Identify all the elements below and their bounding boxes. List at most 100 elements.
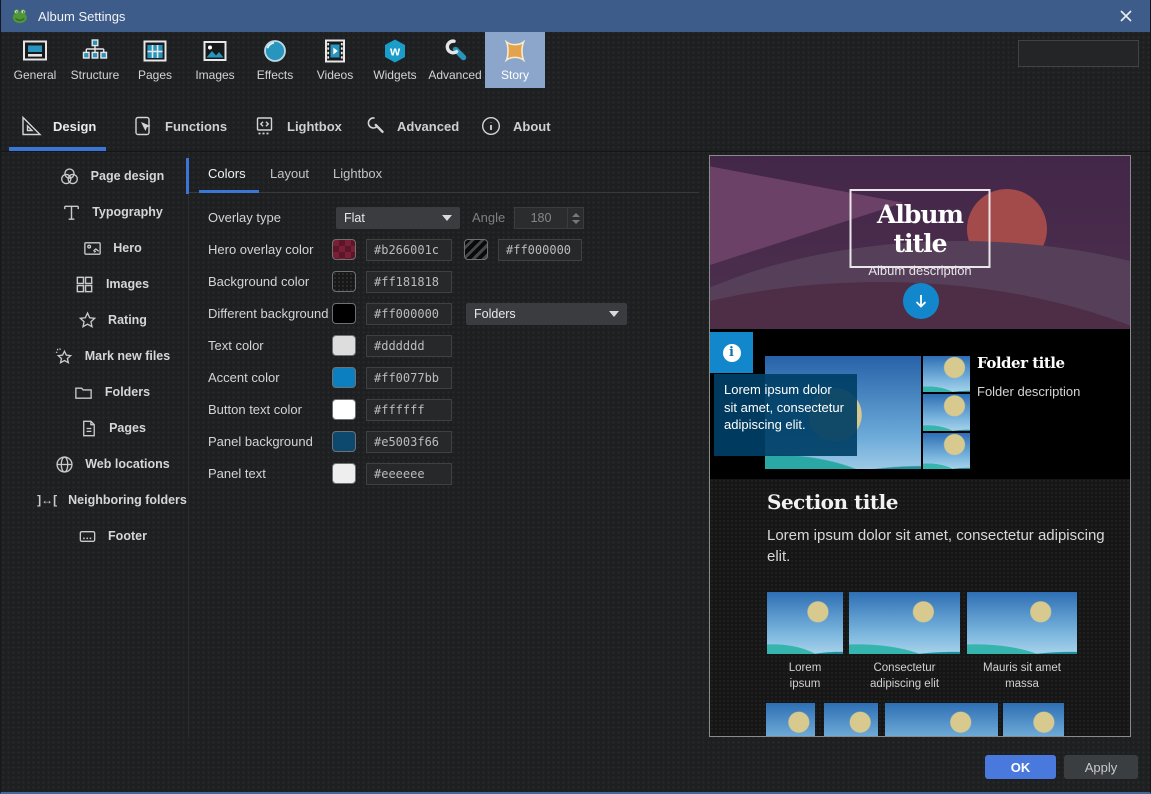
functions-cursor-icon	[131, 114, 155, 138]
sidebar-item-page-design[interactable]: Page design	[1, 158, 188, 194]
ok-button[interactable]: OK	[985, 755, 1056, 779]
toolbar-label: Pages	[138, 68, 172, 82]
different-background-swatch[interactable]	[332, 303, 356, 324]
down-arrow-icon	[913, 293, 929, 309]
background-color-swatch[interactable]	[332, 271, 356, 292]
svg-text:w: w	[389, 44, 401, 59]
hero-overlay-hex-field[interactable]: #b266001c	[366, 239, 452, 261]
panel-text-swatch[interactable]	[332, 463, 356, 484]
folder-stack-thumb[interactable]	[923, 394, 970, 430]
sidebar-item-images[interactable]: Images	[1, 266, 188, 302]
thumbnail-caption: Consectetur adipiscing elit	[859, 661, 950, 692]
toolbar-item-videos[interactable]: Videos	[305, 32, 365, 88]
tab-colors[interactable]: Colors	[208, 166, 246, 181]
settings-panel: Colors Layout Lightbox Overlay type Flat…	[189, 152, 709, 737]
thumbnail-image[interactable]	[1003, 703, 1064, 737]
toolbar-item-story[interactable]: Story	[485, 32, 545, 88]
tab-layout[interactable]: Layout	[270, 166, 309, 181]
search-input[interactable]	[1019, 41, 1151, 66]
scroll-down-button[interactable]	[903, 283, 939, 319]
hero-overlay-hex2-field[interactable]: #ff000000	[498, 239, 582, 261]
different-background-dropdown[interactable]: Folders	[466, 303, 627, 325]
sidebar-item-rating[interactable]: Rating	[1, 302, 188, 338]
sidebar-item-footer[interactable]: Footer	[1, 518, 188, 554]
images-grid-icon	[74, 274, 96, 295]
accent-color-hex-field[interactable]: #ff0077bb	[366, 367, 452, 389]
toolbar-item-effects[interactable]: Effects	[245, 32, 305, 88]
text-color-swatch[interactable]	[332, 335, 356, 356]
accent-color-swatch[interactable]	[332, 367, 356, 388]
general-monitor-icon	[21, 36, 49, 66]
button-text-color-swatch[interactable]	[332, 399, 356, 420]
sidebar-item-pages[interactable]: Pages	[1, 410, 188, 446]
sidebar-item-typography[interactable]: Typography	[1, 194, 188, 230]
structure-tree-icon	[81, 36, 109, 66]
tab-functions[interactable]: Functions	[131, 106, 227, 146]
sidebar-label: Rating	[108, 313, 147, 327]
overlay-type-dropdown[interactable]: Flat	[336, 207, 460, 229]
chevron-down-icon	[609, 311, 619, 317]
tab-about[interactable]: About	[479, 106, 551, 146]
tab-label: About	[513, 119, 551, 134]
thumbnail-image[interactable]	[824, 703, 878, 737]
sidebar-item-web-locations[interactable]: Web locations	[1, 446, 188, 482]
titlebar: Album Settings	[1, 0, 1150, 32]
folder-thumb-stack	[923, 356, 970, 469]
toolbar-item-images[interactable]: Images	[185, 32, 245, 88]
panel-background-hex-field[interactable]: #e5003f66	[366, 431, 452, 453]
folder-stack-thumb[interactable]	[923, 433, 970, 469]
close-icon[interactable]	[1112, 4, 1140, 28]
panel-text-hex-field[interactable]: #eeeeee	[366, 463, 452, 485]
button-text-hex-field[interactable]: #ffffff	[366, 399, 452, 421]
spinner-down-icon[interactable]	[572, 220, 580, 224]
row-label: Panel background	[208, 431, 313, 453]
background-hex-field[interactable]: #ff181818	[366, 271, 452, 293]
toolbar-item-general[interactable]: General	[5, 32, 65, 88]
album-title: Album title	[852, 200, 989, 258]
tab-label: Functions	[165, 119, 227, 134]
colors-tab-underline	[199, 190, 259, 193]
thumbnail-image[interactable]	[767, 592, 843, 654]
folders-icon	[73, 382, 95, 403]
thumbnail-image[interactable]	[766, 703, 815, 737]
tab-advanced[interactable]: Advanced	[363, 106, 459, 146]
angle-spinner[interactable]: 180	[514, 207, 584, 229]
different-background-hex-field[interactable]: #ff000000	[366, 303, 452, 325]
album-preview: Album title Album description i Lorem ip…	[709, 155, 1131, 737]
thumbnail-image[interactable]	[885, 703, 998, 737]
toolbar-item-pages[interactable]: Pages	[125, 32, 185, 88]
hero-overlay-color-swatch[interactable]	[332, 239, 356, 260]
tab-lightbox[interactable]: Lightbox	[253, 106, 342, 146]
folder-stack-thumb[interactable]	[923, 356, 970, 392]
info-icon: i	[723, 344, 741, 362]
apply-button[interactable]: Apply	[1064, 755, 1138, 779]
sidebar-item-hero[interactable]: Hero	[1, 230, 188, 266]
hero-overlay-color2-swatch[interactable]	[464, 239, 488, 260]
toolbar-item-advanced[interactable]: Advanced	[425, 32, 485, 88]
folder-description: Folder description	[977, 384, 1080, 399]
toolbar-label: Images	[195, 68, 234, 82]
design-setsquare-icon	[19, 114, 43, 138]
sidebar-item-neighboring-folders[interactable]: ]↔[ Neighboring folders	[1, 482, 188, 518]
thumbnail-image[interactable]	[967, 592, 1077, 654]
thumbnail-image[interactable]	[849, 592, 960, 654]
folder-info-button[interactable]: i	[710, 332, 753, 373]
toolbar-item-structure[interactable]: Structure	[65, 32, 125, 88]
story-leather-icon	[501, 36, 529, 66]
sidebar-item-folders[interactable]: Folders	[1, 374, 188, 410]
tab-design[interactable]: Design	[19, 106, 96, 146]
spinner-up-icon[interactable]	[572, 213, 580, 217]
panel-background-swatch[interactable]	[332, 431, 356, 452]
toolbar-item-widgets[interactable]: w Widgets	[365, 32, 425, 88]
rating-star-icon	[76, 310, 98, 331]
text-color-hex-field[interactable]: #dddddd	[366, 335, 452, 357]
overlay-type-label: Overlay type	[208, 207, 281, 229]
angle-label: Angle	[472, 207, 505, 229]
spinner-buttons[interactable]	[567, 208, 583, 228]
tab-label: Design	[53, 119, 96, 134]
sidebar-label: Typography	[92, 205, 163, 219]
sidebar: Page design Typography Hero Images	[1, 152, 189, 737]
sidebar-item-mark-new-files[interactable]: Mark new files	[1, 338, 188, 374]
tab-lightbox-sub[interactable]: Lightbox	[333, 166, 382, 181]
row-label: Different background	[208, 303, 328, 325]
